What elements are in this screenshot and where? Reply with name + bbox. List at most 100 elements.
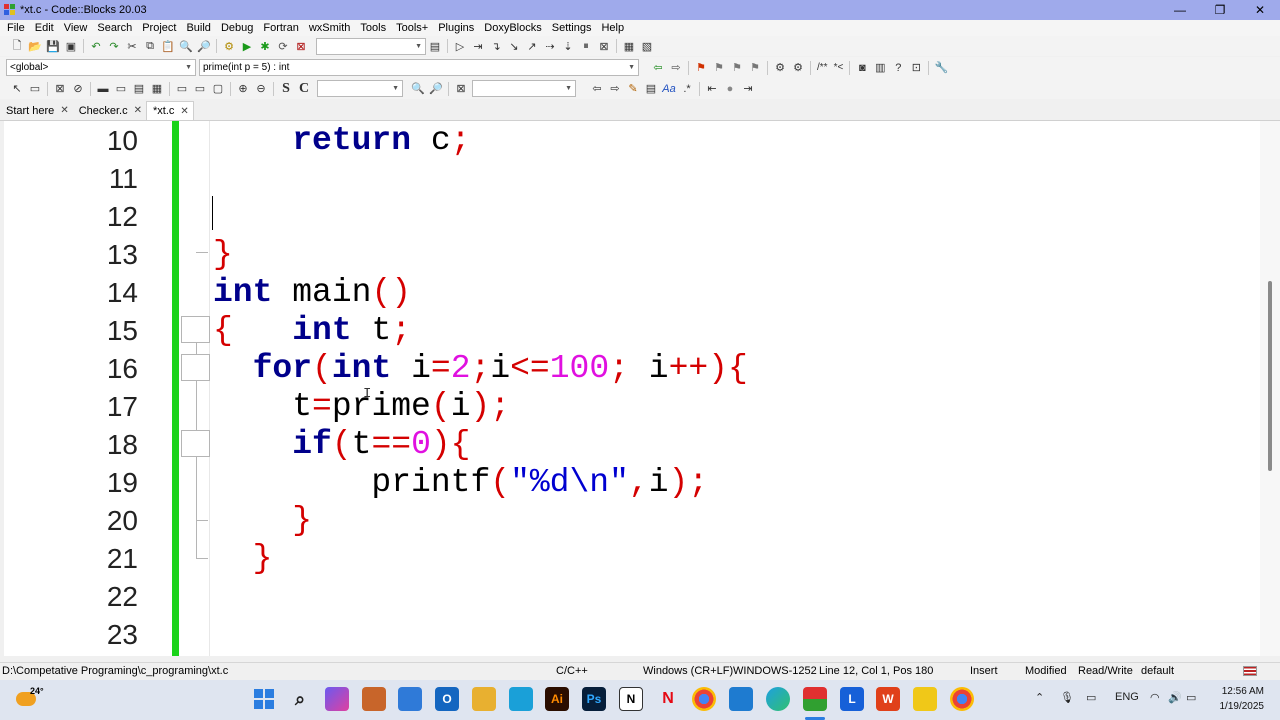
- volume-icon[interactable]: 🔊: [1168, 691, 1182, 704]
- photos-icon[interactable]: [362, 687, 386, 711]
- new-file-icon[interactable]: 🗋: [9, 38, 25, 54]
- input-language[interactable]: ENG: [1115, 691, 1139, 703]
- close-icon[interactable]: ✕: [134, 105, 142, 116]
- show-hidden-icons-icon[interactable]: ⌃: [1035, 691, 1044, 704]
- scope-combo[interactable]: <global> ▼: [6, 59, 196, 76]
- step-out-icon[interactable]: ↗: [524, 38, 540, 54]
- uml-note-icon[interactable]: ⊘: [70, 81, 86, 97]
- symbol-combo[interactable]: prime(int p = 5) : int ▼: [199, 59, 639, 76]
- redo-icon[interactable]: ↷: [106, 38, 122, 54]
- save-all-icon[interactable]: ▣: [63, 38, 79, 54]
- arrow-right-icon[interactable]: ⇨: [607, 81, 623, 97]
- menu-view[interactable]: View: [59, 22, 93, 34]
- menu-wxsmith[interactable]: wxSmith: [304, 22, 356, 34]
- next-instruction-icon[interactable]: ⇢: [542, 38, 558, 54]
- s-button[interactable]: S: [278, 81, 294, 97]
- debug-info-icon[interactable]: ▧: [639, 38, 655, 54]
- paste-icon[interactable]: 📋: [160, 38, 176, 54]
- code-line[interactable]: 20 }: [0, 502, 1260, 540]
- close-button[interactable]: ✕: [1240, 0, 1280, 20]
- save-icon[interactable]: 💾: [45, 38, 61, 54]
- regex-combo[interactable]: ▼: [472, 80, 576, 97]
- store-icon[interactable]: [398, 687, 422, 711]
- layout-grid-icon[interactable]: ▦: [149, 81, 165, 97]
- code-line[interactable]: 14 int main(): [0, 274, 1260, 312]
- l-app-icon[interactable]: L: [840, 687, 864, 711]
- display-icon[interactable]: ▭: [1086, 691, 1096, 704]
- menu-tools[interactable]: Tools: [355, 22, 391, 34]
- menu-doxyblocks[interactable]: DoxyBlocks: [479, 22, 546, 34]
- jump-back-icon[interactable]: ⇦: [650, 60, 666, 76]
- code-editor[interactable]: 10 return c; 11 12 13} 14 int main() 15{ int t…: [0, 121, 1280, 656]
- font-style-icon[interactable]: Aa: [661, 81, 677, 97]
- build-gear-icon[interactable]: ⚙: [221, 38, 237, 54]
- search-combo[interactable]: ▼: [317, 80, 403, 97]
- menu-plugins[interactable]: Plugins: [433, 22, 479, 34]
- start-windows-icon[interactable]: [252, 687, 276, 711]
- text-list-icon[interactable]: ▤: [643, 81, 659, 97]
- pointer-icon[interactable]: ↖: [9, 81, 25, 97]
- run-html-icon[interactable]: ◙: [854, 60, 870, 76]
- doxyblocks-config-icon[interactable]: ⊡: [908, 60, 924, 76]
- tab-xt-c[interactable]: *xt.c ✕: [146, 101, 194, 120]
- zoom-out-icon[interactable]: ⊖: [253, 81, 269, 97]
- regex-icon[interactable]: .*: [679, 81, 695, 97]
- menu-file[interactable]: File: [2, 22, 30, 34]
- netflix-icon[interactable]: N: [656, 687, 680, 711]
- line-comment-button[interactable]: *<: [832, 60, 846, 76]
- tab-checker-c[interactable]: Checker.c ✕: [73, 101, 146, 120]
- menu-edit[interactable]: Edit: [30, 22, 59, 34]
- run-to-cursor-icon[interactable]: ⇥: [470, 38, 486, 54]
- file-explorer-icon[interactable]: [472, 687, 496, 711]
- zoom-in-icon[interactable]: ⊕: [235, 81, 251, 97]
- wifi-icon[interactable]: ◠: [1150, 691, 1160, 704]
- open-file-icon[interactable]: 📂: [27, 38, 43, 54]
- code-line[interactable]: 13}: [0, 236, 1260, 274]
- rebuild-icon[interactable]: ⟳: [275, 38, 291, 54]
- desktop-icon[interactable]: [509, 687, 533, 711]
- find-in-files-icon[interactable]: 🔍: [410, 81, 426, 97]
- block-comment-button[interactable]: /**: [815, 60, 830, 76]
- record-icon[interactable]: ●: [722, 81, 738, 97]
- clock[interactable]: 12:56 AM 1/19/2025: [1220, 684, 1265, 714]
- cut-icon[interactable]: ✂: [124, 38, 140, 54]
- clear-bookmarks-icon[interactable]: ⚑: [747, 60, 763, 76]
- sticky-notes-icon[interactable]: [913, 687, 937, 711]
- pause-icon[interactable]: ⏸: [578, 38, 594, 54]
- build-run-icon[interactable]: ✱: [257, 38, 273, 54]
- arrow-left-icon[interactable]: ⇦: [589, 81, 605, 97]
- weather-widget[interactable]: 24°: [14, 686, 44, 714]
- code-line[interactable]: 17 t=prime(i);: [0, 388, 1260, 426]
- code-line[interactable]: 18 if(t==0){: [0, 426, 1260, 464]
- jump-forward-icon[interactable]: ⇨: [668, 60, 684, 76]
- illustrator-icon[interactable]: Ai: [545, 687, 569, 711]
- wps-icon[interactable]: W: [876, 687, 900, 711]
- tab-start-here[interactable]: Start here ✕: [0, 101, 73, 120]
- close-icon[interactable]: ✕: [180, 106, 188, 117]
- build-target-combo[interactable]: ▼: [316, 37, 426, 55]
- debug-run-icon[interactable]: ▷: [452, 38, 468, 54]
- code-line[interactable]: 12: [0, 198, 1260, 236]
- debug-windows-icon[interactable]: ▦: [621, 38, 637, 54]
- code-line[interactable]: 22: [0, 578, 1260, 616]
- highlight-icon[interactable]: ✎: [625, 81, 641, 97]
- copilot-icon[interactable]: [325, 687, 349, 711]
- run-icon[interactable]: ▶: [239, 38, 255, 54]
- step-into-icon[interactable]: ↘: [506, 38, 522, 54]
- code-line[interactable]: 19 printf("%d\n",i);: [0, 464, 1260, 502]
- edge-icon[interactable]: [766, 687, 790, 711]
- stop-debug-icon[interactable]: ⊠: [596, 38, 612, 54]
- close-icon[interactable]: ✕: [60, 105, 68, 116]
- layout-stack-icon[interactable]: ▤: [131, 81, 147, 97]
- copy-icon[interactable]: ⧉: [142, 38, 158, 54]
- wrench-icon[interactable]: 🔧: [933, 60, 949, 76]
- next-bookmark-icon[interactable]: ⚑: [729, 60, 745, 76]
- outlook-icon[interactable]: O: [435, 687, 459, 711]
- menu-help[interactable]: Help: [596, 22, 629, 34]
- code-line[interactable]: 10 return c;: [0, 122, 1260, 160]
- uml-box-icon[interactable]: ⊠: [52, 81, 68, 97]
- doxyblocks-wizard-icon[interactable]: ⚙: [772, 60, 788, 76]
- minimize-button[interactable]: —: [1160, 0, 1200, 20]
- notion-icon[interactable]: N: [619, 687, 643, 711]
- layout-icon[interactable]: ▬: [95, 81, 111, 97]
